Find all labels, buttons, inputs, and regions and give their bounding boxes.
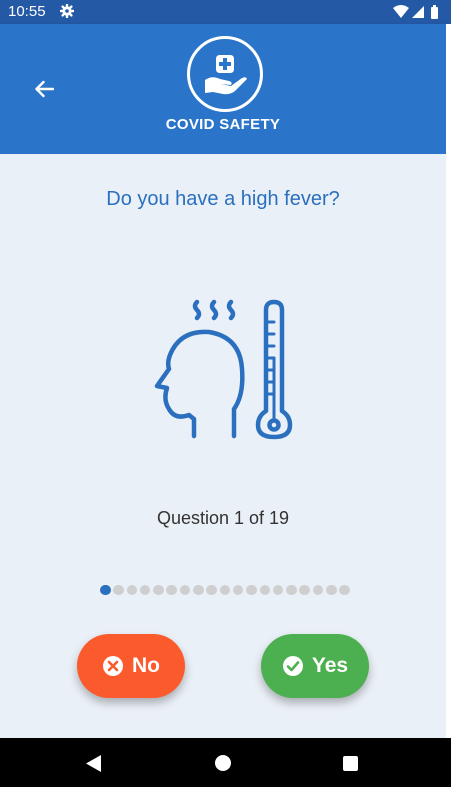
progress-dot — [179, 584, 191, 596]
progress-dot — [113, 584, 124, 596]
no-button[interactable]: No — [77, 634, 185, 698]
gear-icon — [59, 3, 75, 23]
back-arrow-icon[interactable] — [34, 80, 55, 103]
progress-dot — [312, 584, 324, 596]
progress-dot — [286, 584, 297, 596]
status-time: 10:55 — [8, 3, 46, 20]
progress-dot — [232, 584, 244, 596]
progress-dot — [153, 584, 164, 596]
progress-dots — [100, 584, 350, 596]
yes-button-label: Yes — [311, 654, 349, 677]
progress-dot — [326, 584, 337, 596]
progress-dot — [126, 584, 138, 596]
question-progress-text: Question 1 of 19 — [156, 508, 290, 528]
app-logo — [187, 36, 263, 112]
progress-dot — [206, 584, 217, 596]
check-circle-icon — [282, 656, 303, 676]
nav-home-icon[interactable] — [215, 755, 231, 771]
progress-dot-active — [100, 584, 111, 596]
status-indicators — [393, 4, 441, 25]
status-bar: 10:55 — [0, 0, 451, 24]
hand-medical-cross-icon — [205, 55, 247, 95]
app-title: COVID SAFETY — [165, 116, 281, 133]
progress-dot — [139, 584, 151, 596]
question-text: Do you have a high fever? — [106, 188, 340, 210]
progress-dot — [193, 584, 204, 596]
wifi-icon — [393, 5, 409, 18]
yes-button[interactable]: Yes — [261, 634, 369, 698]
close-circle-icon — [103, 656, 123, 676]
progress-dot — [219, 584, 231, 596]
question-screen: Do you have a high fever? Question 1 of … — [0, 154, 446, 738]
progress-dot — [246, 584, 257, 596]
progress-dot — [339, 584, 350, 596]
nav-back-icon[interactable] — [86, 755, 102, 777]
cell-signal-icon — [412, 6, 424, 18]
progress-dot — [299, 584, 310, 596]
battery-icon — [431, 5, 438, 19]
progress-dot — [259, 584, 271, 596]
app-bar: COVID SAFETY — [0, 24, 446, 154]
progress-dot — [272, 584, 284, 596]
head-thermometer-fever-icon — [152, 296, 294, 446]
right-edge — [446, 24, 451, 738]
nav-recents-icon[interactable] — [343, 756, 358, 771]
no-button-label: No — [132, 654, 160, 677]
navigation-bar — [0, 738, 451, 787]
progress-dot — [166, 584, 177, 596]
